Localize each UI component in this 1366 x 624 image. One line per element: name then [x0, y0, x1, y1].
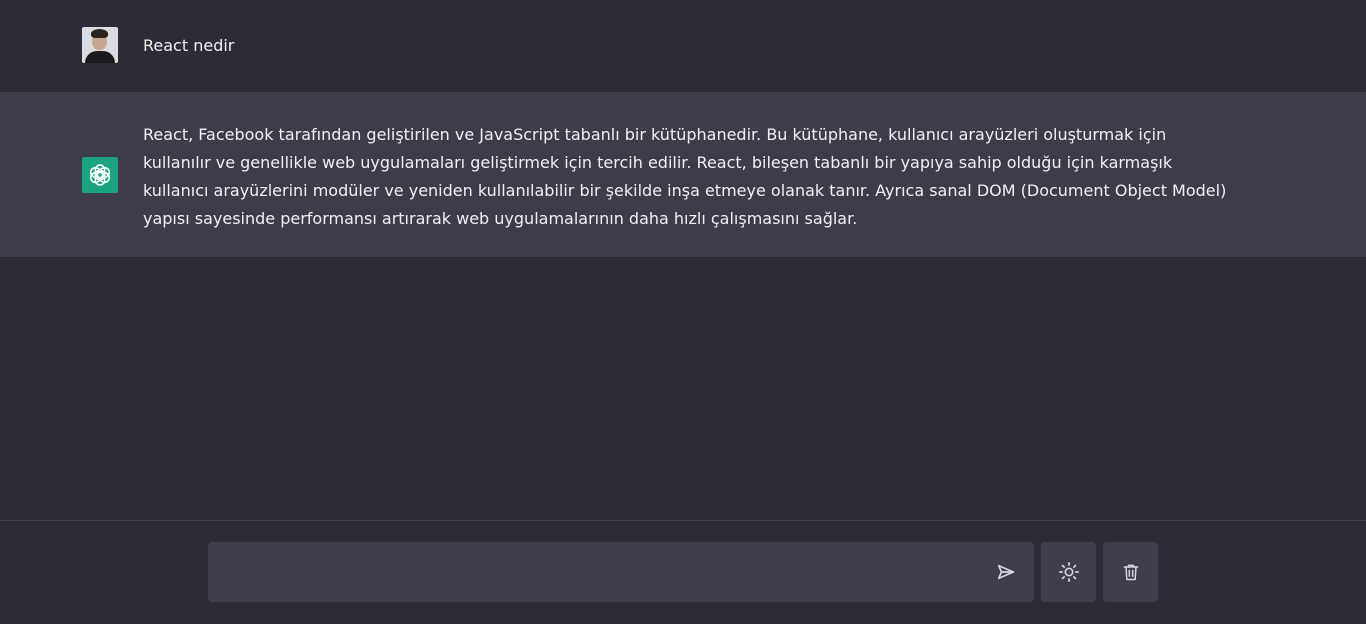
clear-chat-button[interactable] [1103, 542, 1158, 602]
assistant-message-row: React, Facebook tarafından geliştirilen … [0, 92, 1366, 257]
avatar-hair [91, 29, 108, 38]
sun-icon [1058, 562, 1079, 582]
message-input[interactable] [208, 542, 978, 602]
assistant-message-text: React, Facebook tarafından geliştirilen … [143, 124, 1227, 228]
user-message-text: React nedir [143, 35, 235, 55]
send-button[interactable] [992, 558, 1020, 586]
chat-app: React nedir React, Facebook tarafından g… [0, 0, 1366, 624]
composer-bar [0, 520, 1366, 624]
avatar-body [85, 51, 115, 63]
send-icon [997, 564, 1015, 580]
user-message-row: React nedir [0, 0, 1366, 92]
conversation-panel: React nedir React, Facebook tarafından g… [0, 0, 1366, 520]
assistant-avatar [82, 156, 118, 193]
message-input-box[interactable] [208, 542, 1034, 602]
openai-logo-icon [89, 163, 111, 186]
theme-toggle-button[interactable] [1041, 542, 1096, 602]
trash-icon [1123, 564, 1138, 581]
user-avatar [82, 27, 118, 63]
